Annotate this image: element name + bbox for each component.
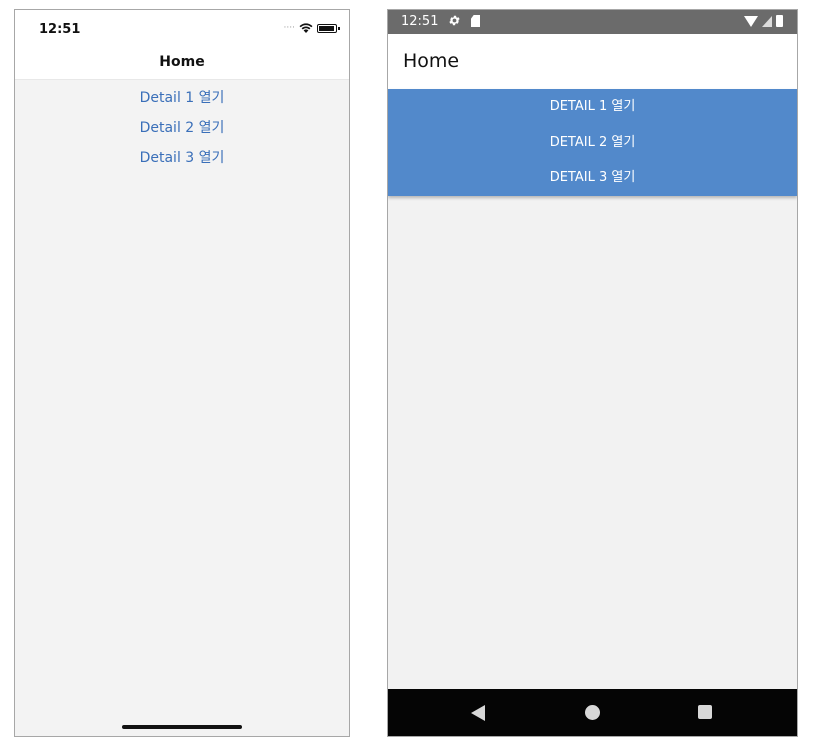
detail-1-button[interactable]: DETAIL 1 열기 xyxy=(388,89,797,125)
gear-icon xyxy=(449,15,460,26)
detail-3-link[interactable]: Detail 3 열기 xyxy=(15,148,349,178)
page-title: Home xyxy=(403,50,460,72)
recents-icon[interactable] xyxy=(698,705,712,719)
android-status-left-icons xyxy=(448,14,480,27)
android-status-bar: 12:51 xyxy=(388,10,797,34)
detail-2-button[interactable]: DETAIL 2 열기 xyxy=(388,125,797,161)
home-icon[interactable] xyxy=(585,705,600,720)
cell-signal-icon xyxy=(762,15,772,27)
cell-signal-icon: ···· xyxy=(283,23,295,33)
android-button-group: DETAIL 1 열기 DETAIL 2 열기 DETAIL 3 열기 xyxy=(388,89,797,196)
android-navigation-bar xyxy=(388,689,797,736)
ios-navigation-bar: Home xyxy=(15,48,349,80)
detail-3-button[interactable]: DETAIL 3 열기 xyxy=(388,160,797,196)
ios-status-icons: ···· xyxy=(283,23,340,33)
detail-2-link[interactable]: Detail 2 열기 xyxy=(15,118,349,148)
page-title: Home xyxy=(159,54,205,70)
android-phone-screen: 12:51 Home DETAIL 1 열기 DETAIL 2 열기 DETAI… xyxy=(387,9,798,737)
ios-status-time: 12:51 xyxy=(39,22,81,37)
ios-phone-screen: 12:51 ···· Home Detail 1 열기 Detail 2 열기 … xyxy=(14,9,350,737)
battery-icon xyxy=(317,23,340,33)
ios-status-bar: 12:51 ···· xyxy=(15,10,349,48)
android-status-time: 12:51 xyxy=(401,14,439,29)
home-indicator[interactable] xyxy=(122,725,242,729)
android-app-bar: Home xyxy=(388,34,797,89)
battery-icon xyxy=(776,15,783,27)
wifi-icon xyxy=(299,23,313,33)
detail-1-link[interactable]: Detail 1 열기 xyxy=(15,88,349,118)
wifi-icon xyxy=(744,15,758,27)
android-status-right-icons xyxy=(744,15,783,27)
back-icon[interactable] xyxy=(471,705,485,721)
ios-link-list: Detail 1 열기 Detail 2 열기 Detail 3 열기 xyxy=(15,88,349,178)
sd-card-icon xyxy=(471,15,480,27)
